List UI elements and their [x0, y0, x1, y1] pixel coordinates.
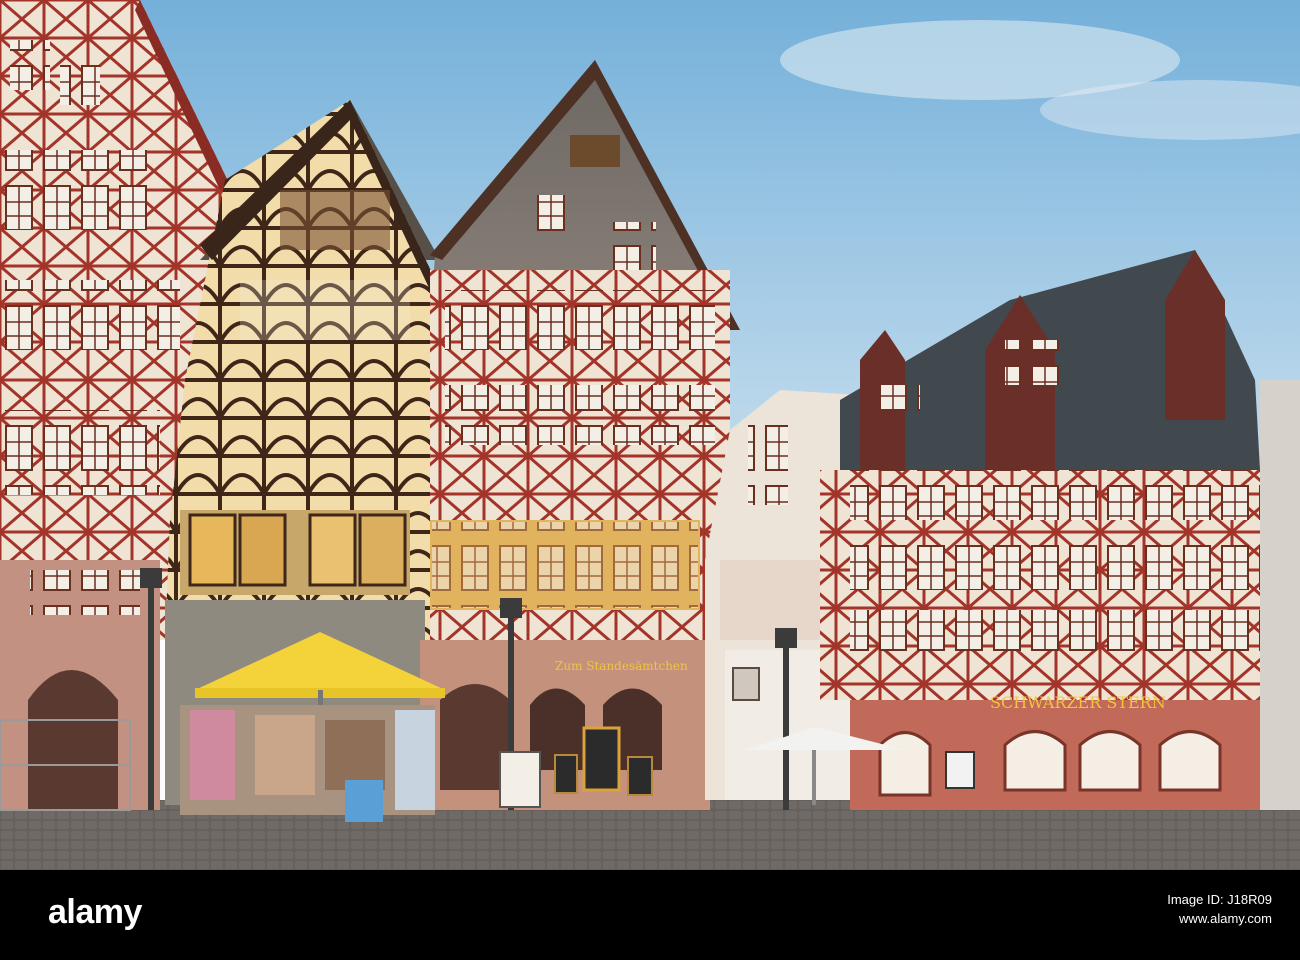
shop-sign: Zum Standesämtchen	[555, 659, 688, 673]
footer-bar	[0, 870, 1300, 960]
photo: Zum Standesämtchen SCHWARZER STERN	[0, 0, 1300, 870]
restaurant-sign: SCHWARZER STERN	[990, 693, 1166, 712]
site-url[interactable]: www.alamy.com	[1167, 909, 1272, 928]
image-info: Image ID: J18R09 www.alamy.com	[1167, 890, 1272, 928]
brand-logo[interactable]: alamy	[48, 893, 142, 932]
image-id-label: Image ID: J18R09	[1167, 892, 1272, 907]
